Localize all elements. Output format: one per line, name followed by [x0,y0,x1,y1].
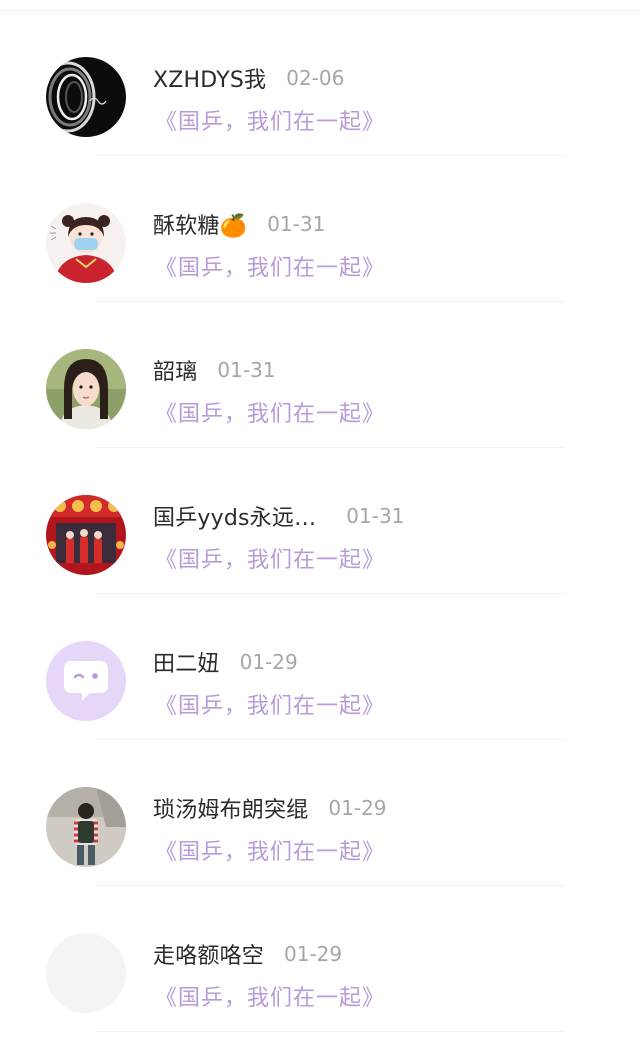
backpack-person-avatar-icon[interactable] [46,787,126,867]
message-link[interactable]: 《国乒，我们在一起》 [155,834,385,866]
user-name[interactable]: 国乒yyds永远… [153,500,316,532]
comment-date: 01-29 [284,942,343,966]
message-link[interactable]: 《国乒，我们在一起》 [155,980,385,1012]
name-line: 走咯额咯空 01-29 [153,938,342,970]
user-name[interactable]: 韶璃 [153,354,197,386]
user-name[interactable]: 琐汤姆布朗突绲 [153,792,308,824]
list-item[interactable]: 琐汤姆布朗突绲 01-29 《国乒，我们在一起》 [0,730,640,886]
red-team-photo-avatar-icon[interactable] [46,495,126,575]
list-item[interactable]: 国乒yyds永远… 01-31 《国乒，我们在一起》 [0,438,640,594]
cartoon-girl-avatar-icon[interactable] [46,203,126,283]
message-link[interactable]: 《国乒，我们在一起》 [155,542,385,574]
user-name[interactable]: 走咯额咯空 [153,938,264,970]
message-link[interactable]: 《国乒，我们在一起》 [155,396,385,428]
name-line: 韶璃 01-31 [153,354,276,386]
portrait-girl-avatar-icon[interactable] [46,349,126,429]
default-chat-bubble-avatar-icon[interactable] [46,641,126,721]
message-link[interactable]: 《国乒，我们在一起》 [155,688,385,720]
blank-avatar-icon[interactable] [46,933,126,1013]
comment-date: 01-31 [346,504,405,528]
comment-date: 01-29 [239,650,298,674]
list-item[interactable]: 走咯额咯空 01-29 《国乒，我们在一起》 [0,876,640,1032]
name-line: 酥软糖🍊 01-31 [153,208,325,240]
message-link[interactable]: 《国乒，我们在一起》 [155,250,385,282]
comment-date: 01-31 [217,358,276,382]
comment-date: 02-06 [286,66,345,90]
comment-date: 01-31 [267,212,326,236]
list-item[interactable]: 酥软糖🍊 01-31 《国乒，我们在一起》 [0,146,640,302]
list-item[interactable]: 韶璃 01-31 《国乒，我们在一起》 [0,292,640,448]
dark-spiral-avatar-icon[interactable] [46,57,126,137]
name-line: XZHDYS我 02-06 [153,62,344,94]
user-name[interactable]: 田二妞 [153,646,220,678]
list-item[interactable]: 田二妞 01-29 《国乒，我们在一起》 [0,584,640,740]
user-name[interactable]: XZHDYS我 [153,62,266,94]
name-line: 国乒yyds永远… 01-31 [153,500,404,532]
comment-date: 01-29 [328,796,387,820]
message-link[interactable]: 《国乒，我们在一起》 [155,104,385,136]
row-divider [95,1031,565,1032]
list-item[interactable]: XZHDYS我 02-06 《国乒，我们在一起》 [0,0,640,156]
name-line: 琐汤姆布朗突绲 01-29 [153,792,387,824]
user-name[interactable]: 酥软糖🍊 [153,208,247,240]
name-line: 田二妞 01-29 [153,646,298,678]
